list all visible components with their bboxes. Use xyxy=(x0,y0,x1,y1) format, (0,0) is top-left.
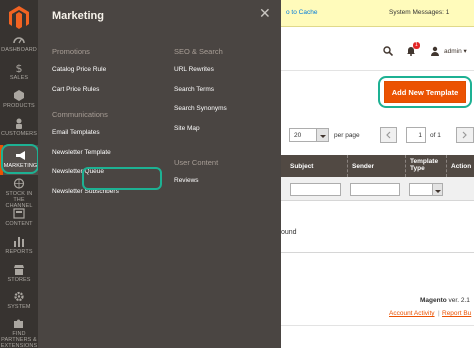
svg-text:$: $ xyxy=(16,62,23,73)
version-label: Magento xyxy=(420,297,447,304)
menu-link-cart-price-rules[interactable]: Cart Price Rules xyxy=(52,86,157,106)
chevron-down-icon xyxy=(316,129,328,141)
nav-item-dashboard[interactable]: DASHBOARD xyxy=(0,34,38,58)
seo-column: SEO & Search URL Rewrites Search Terms S… xyxy=(174,47,274,197)
cache-link[interactable]: o to Cache xyxy=(286,9,317,16)
menu-link-site-map[interactable]: Site Map xyxy=(174,125,274,145)
next-page-button[interactable] xyxy=(456,127,474,143)
footer-separator: | xyxy=(438,310,440,317)
nav-label: DASHBOARD xyxy=(1,47,37,53)
communications-heading: Communications xyxy=(52,110,108,119)
total-pages-label: of 1 xyxy=(430,132,441,139)
column-header-template-type[interactable]: Template Type xyxy=(405,155,447,177)
nav-label: PRODUCTS xyxy=(3,103,35,109)
chevron-down-icon xyxy=(432,184,442,195)
menu-link-reviews[interactable]: Reviews xyxy=(174,177,274,197)
admin-user-menu[interactable]: admin ▾ xyxy=(444,47,467,55)
nav-item-find-partners[interactable]: FIND PARTNERS & EXTENSIONS xyxy=(0,318,38,348)
menu-link-search-terms[interactable]: Search Terms xyxy=(174,86,274,106)
close-icon[interactable]: ✕ xyxy=(259,6,271,20)
current-page-input[interactable]: 1 xyxy=(406,127,426,143)
menu-link-catalog-price-rule[interactable]: Catalog Price Rule xyxy=(52,66,157,86)
puzzle-icon xyxy=(14,319,23,328)
empty-records-message: ound xyxy=(281,229,297,236)
nav-label: FIND PARTNERS & EXTENSIONS xyxy=(0,331,38,348)
person-icon xyxy=(16,118,22,129)
per-page-label: per page xyxy=(334,132,360,139)
nav-item-customers[interactable]: CUSTOMERS xyxy=(0,118,38,142)
nav-item-system[interactable]: SYSTEM xyxy=(0,291,38,315)
newsletter-highlight-ring xyxy=(82,167,162,190)
footer-divider xyxy=(281,325,474,326)
header-divider xyxy=(281,70,474,71)
report-bug-link[interactable]: Report Bu xyxy=(442,310,471,317)
grid-header-row: Subject Sender Template Type Action xyxy=(281,155,474,177)
account-activity-link[interactable]: Account Activity xyxy=(389,310,435,317)
nav-item-products[interactable]: PRODUCTS xyxy=(0,90,38,114)
nav-item-sales[interactable]: $ SALES xyxy=(0,62,38,86)
column-header-action: Action xyxy=(446,155,474,177)
marketing-menu-panel: Marketing ✕ Promotions Catalog Price Rul… xyxy=(38,0,281,348)
gear-icon xyxy=(14,291,24,302)
globe-icon xyxy=(13,178,25,189)
grid-bottom-border xyxy=(281,252,474,253)
per-page-value: 20 xyxy=(294,132,302,139)
add-button-highlight-ring xyxy=(378,76,472,108)
panel-title: Marketing xyxy=(52,10,104,22)
nav-label: SALES xyxy=(9,75,29,81)
nav-label: REPORTS xyxy=(5,249,33,255)
column-header-sender[interactable]: Sender xyxy=(347,155,406,177)
magento-version: Magento ver. 2.1 xyxy=(420,297,470,304)
nav-item-content[interactable]: CONTENT xyxy=(0,208,38,232)
sender-filter-input[interactable] xyxy=(350,183,400,196)
column-header-subject[interactable]: Subject xyxy=(286,155,348,177)
menu-link-search-synonyms[interactable]: Search Synonyms xyxy=(174,105,274,125)
nav-label: CONTENT xyxy=(5,221,33,227)
search-icon[interactable] xyxy=(383,46,393,56)
dashboard-icon xyxy=(13,37,25,44)
user-icon[interactable] xyxy=(430,46,440,56)
per-page-select[interactable]: 20 xyxy=(289,128,329,142)
nav-label: STOCK IN THE CHANNEL xyxy=(5,191,33,209)
system-message-bar: o to Cache System Messages: 1 xyxy=(281,0,474,27)
nav-label: CUSTOMERS xyxy=(1,131,37,137)
subject-filter-input[interactable] xyxy=(290,183,341,196)
seo-heading: SEO & Search xyxy=(174,47,223,56)
template-type-filter-select[interactable] xyxy=(409,183,443,196)
menu-link-email-templates[interactable]: Email Templates xyxy=(52,129,157,149)
menu-link-newsletter-template[interactable]: Newsletter Template xyxy=(52,149,157,169)
menu-link-url-rewrites[interactable]: URL Rewrites xyxy=(174,66,274,86)
nav-item-stock-in-the-channel[interactable]: STOCK IN THE CHANNEL xyxy=(0,178,38,209)
nav-item-stores[interactable]: STORES xyxy=(0,264,38,288)
nav-label: SYSTEM xyxy=(7,304,31,310)
magento-logo-icon[interactable] xyxy=(7,5,31,31)
nav-label: STORES xyxy=(7,277,31,283)
promotions-heading: Promotions xyxy=(52,47,90,56)
store-icon xyxy=(14,265,24,275)
user-content-heading: User Content xyxy=(174,158,219,167)
version-value: ver. 2.1 xyxy=(448,297,470,304)
system-messages-count[interactable]: System Messages: 1 xyxy=(389,9,449,16)
content-icon xyxy=(13,208,25,219)
grid-filter-row xyxy=(281,177,474,201)
previous-page-button[interactable] xyxy=(380,127,397,143)
notification-count-badge: 1 xyxy=(413,42,420,49)
menu-link-newsletter-subscribers[interactable]: Newsletter Subscribers xyxy=(52,188,157,208)
admin-sidebar: DASHBOARD $ SALES PRODUCTS CUSTOMERS MAR… xyxy=(0,0,39,348)
bar-chart-icon xyxy=(14,237,24,247)
marketing-highlight-ring xyxy=(1,144,39,174)
dollar-icon: $ xyxy=(16,62,23,73)
cube-icon xyxy=(14,90,24,101)
nav-item-reports[interactable]: REPORTS xyxy=(0,236,38,260)
